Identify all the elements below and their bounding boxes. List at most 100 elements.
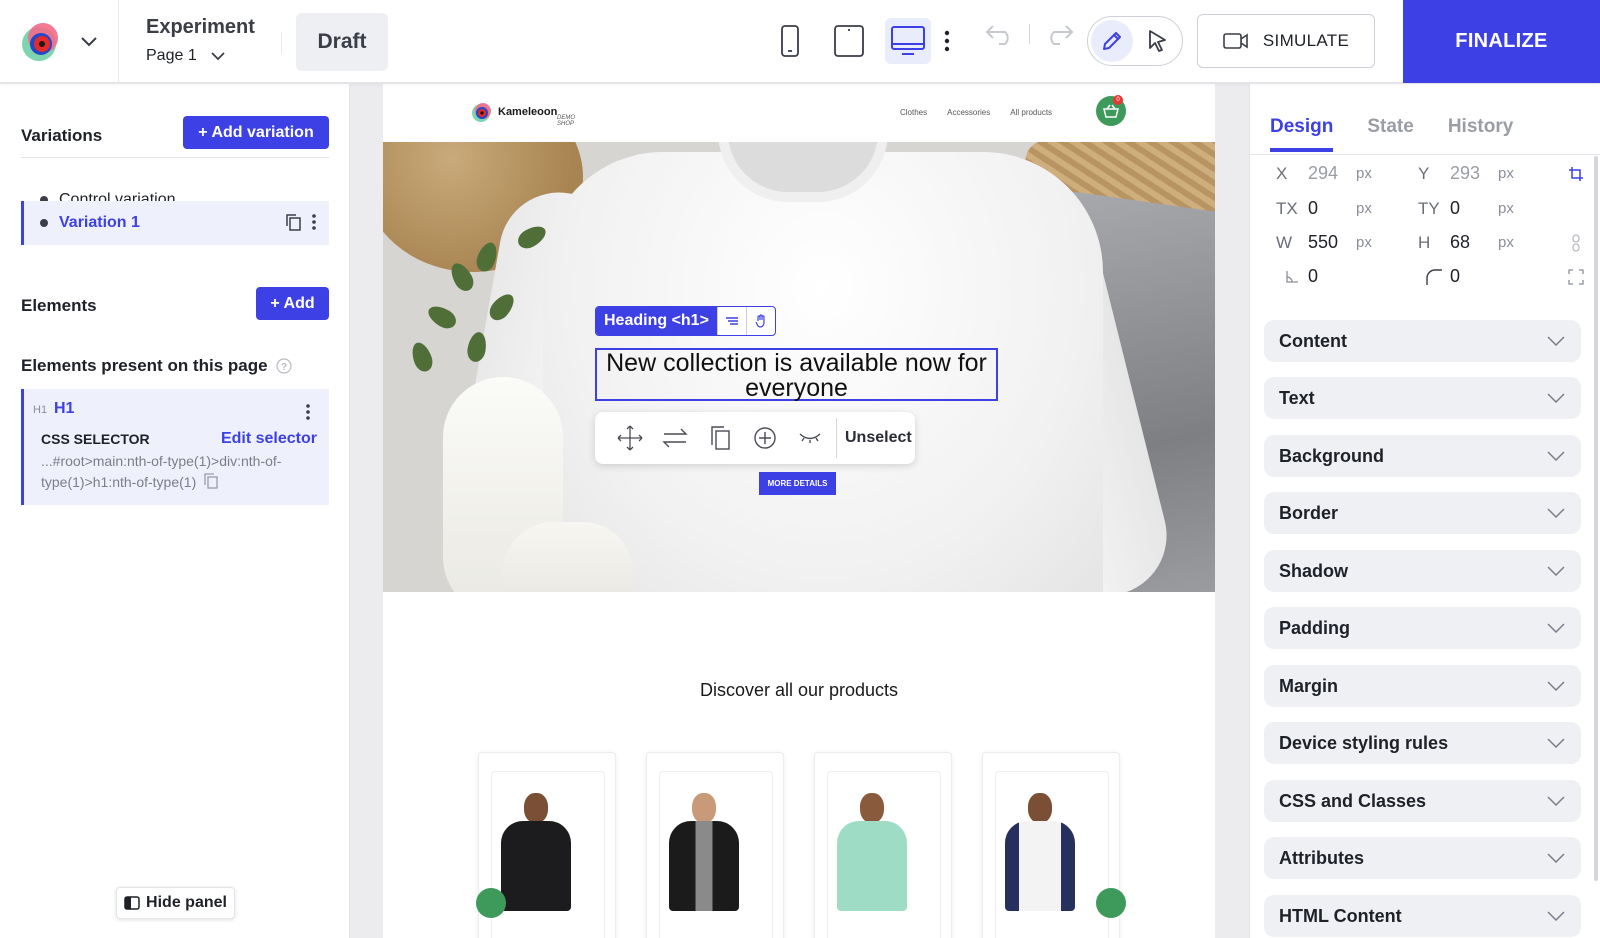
variation-label: Variation 1 (59, 214, 140, 231)
hero-image[interactable]: Heading <h1> New collection is available… (383, 142, 1215, 592)
section-background[interactable]: Background (1264, 435, 1581, 477)
duplicate-button[interactable] (697, 412, 742, 464)
edit-mode-button[interactable] (1091, 20, 1133, 62)
crop-icon[interactable] (1568, 166, 1584, 182)
edit-selector-link[interactable]: Edit selector (221, 430, 317, 448)
section-text[interactable]: Text (1264, 377, 1581, 419)
elements-present-label: Elements present on this page (21, 356, 268, 375)
select-mode-button[interactable] (1137, 20, 1179, 62)
editor-canvas[interactable]: Kameleoon DEMO SHOP Clothes Accessories … (351, 84, 1249, 938)
h-input[interactable]: 68 (1450, 232, 1498, 253)
scrollbar[interactable] (1594, 156, 1598, 881)
section-border[interactable]: Border (1264, 492, 1581, 534)
ty-label: TY (1418, 198, 1440, 218)
history-controls (985, 22, 1074, 46)
selected-heading[interactable]: New collection is available now for ever… (595, 348, 998, 401)
hand-icon (755, 314, 765, 328)
section-attributes[interactable]: Attributes (1264, 837, 1581, 879)
bullet-icon (40, 219, 48, 227)
more-vertical-icon (944, 30, 950, 52)
angle-input[interactable]: 0 (1308, 266, 1356, 287)
variation-item-1[interactable]: Variation 1 (21, 201, 329, 245)
divider (1029, 24, 1030, 44)
section-padding[interactable]: Padding (1264, 607, 1581, 649)
site-logo[interactable]: Kameleoon DEMO SHOP (471, 101, 575, 127)
section-label: Attributes (1279, 847, 1364, 868)
mobile-view-button[interactable] (767, 18, 813, 64)
site-menu-accessories[interactable]: Accessories (947, 108, 990, 117)
drag-element-button[interactable] (745, 307, 775, 335)
chevron-down-icon (81, 37, 97, 47)
insert-button[interactable] (742, 412, 787, 464)
move-icon (617, 425, 642, 451)
move-button[interactable] (607, 412, 652, 464)
tx-input[interactable]: 0 (1308, 198, 1356, 219)
tx-label: TX (1276, 198, 1298, 218)
more-details-button[interactable]: MORE DETAILS (759, 472, 836, 495)
tab-design[interactable]: Design (1270, 116, 1334, 152)
tablet-icon (834, 25, 864, 57)
more-vertical-icon[interactable] (305, 403, 311, 421)
panel-tabs: Design State History (1270, 116, 1513, 152)
carousel-next-button[interactable] (1096, 888, 1126, 918)
x-label: X (1276, 163, 1288, 183)
simulate-button[interactable]: SIMULATE (1197, 14, 1375, 68)
undo-icon[interactable] (985, 22, 1015, 46)
chevron-down-icon (1547, 623, 1565, 633)
finalize-button[interactable]: FINALIZE (1403, 0, 1600, 83)
hide-element-button[interactable] (787, 412, 832, 464)
site-menu-all-products[interactable]: All products (1010, 108, 1052, 117)
link-icon[interactable] (1571, 233, 1581, 252)
x-input[interactable]: 294 (1308, 163, 1356, 184)
chevron-down-icon (1547, 853, 1565, 863)
section-label: Margin (1279, 675, 1339, 696)
redo-icon[interactable] (1044, 22, 1074, 46)
product-card[interactable] (814, 752, 952, 938)
desktop-view-button[interactable] (885, 18, 931, 64)
hide-panel-button[interactable]: Hide panel (116, 887, 235, 919)
eye-closed-icon (799, 433, 820, 443)
section-margin[interactable]: Margin (1264, 665, 1581, 707)
help-icon[interactable]: ? (275, 358, 292, 374)
tab-state[interactable]: State (1367, 116, 1413, 152)
chevron-down-icon (1547, 508, 1565, 518)
section-device-styling-rules[interactable]: Device styling rules (1264, 722, 1581, 764)
section-content[interactable]: Content (1264, 320, 1581, 362)
draft-status-badge[interactable]: Draft (296, 13, 388, 71)
element-card-h1[interactable]: H1 H1 CSS SELECTOR Edit selector ...#roo… (21, 389, 329, 505)
chevron-down-icon (1547, 566, 1565, 576)
add-element-button[interactable]: + Add (256, 287, 329, 320)
mode-toggle (1087, 16, 1183, 66)
page-selector[interactable]: Page 1 (146, 47, 225, 65)
section-css-and-classes[interactable]: CSS and Classes (1264, 780, 1581, 822)
section-label: Text (1279, 387, 1315, 408)
parent-select-button[interactable] (716, 307, 746, 335)
section-html-content[interactable]: HTML Content (1264, 895, 1581, 937)
app-menu[interactable] (20, 20, 100, 64)
product-card[interactable] (646, 752, 784, 938)
unselect-button[interactable]: Unselect (845, 429, 912, 447)
position-row: X 294 px Y 293 px (1276, 163, 1584, 184)
more-vertical-icon[interactable] (311, 213, 317, 231)
cursor-icon (1149, 30, 1166, 52)
panel-icon (124, 896, 140, 910)
site-menu-clothes[interactable]: Clothes (900, 108, 927, 117)
radius-input[interactable]: 0 (1450, 266, 1498, 287)
more-options-button[interactable] (935, 18, 959, 64)
y-input[interactable]: 293 (1450, 163, 1498, 184)
carousel-prev-button[interactable] (476, 888, 506, 918)
w-input[interactable]: 550 (1308, 232, 1356, 253)
product-image (501, 793, 571, 911)
ty-input[interactable]: 0 (1450, 198, 1498, 219)
plus-circle-icon (753, 427, 776, 449)
add-variation-button[interactable]: + Add variation (183, 116, 329, 149)
tablet-view-button[interactable] (826, 18, 872, 64)
expand-corners-icon[interactable] (1568, 268, 1584, 285)
kameleoon-logo-icon (472, 103, 491, 122)
section-shadow[interactable]: Shadow (1264, 550, 1581, 592)
tab-history[interactable]: History (1448, 116, 1513, 152)
swap-button[interactable] (652, 412, 697, 464)
basket-icon (1103, 104, 1119, 118)
duplicate-icon[interactable] (285, 213, 301, 231)
copy-icon[interactable] (204, 473, 218, 489)
